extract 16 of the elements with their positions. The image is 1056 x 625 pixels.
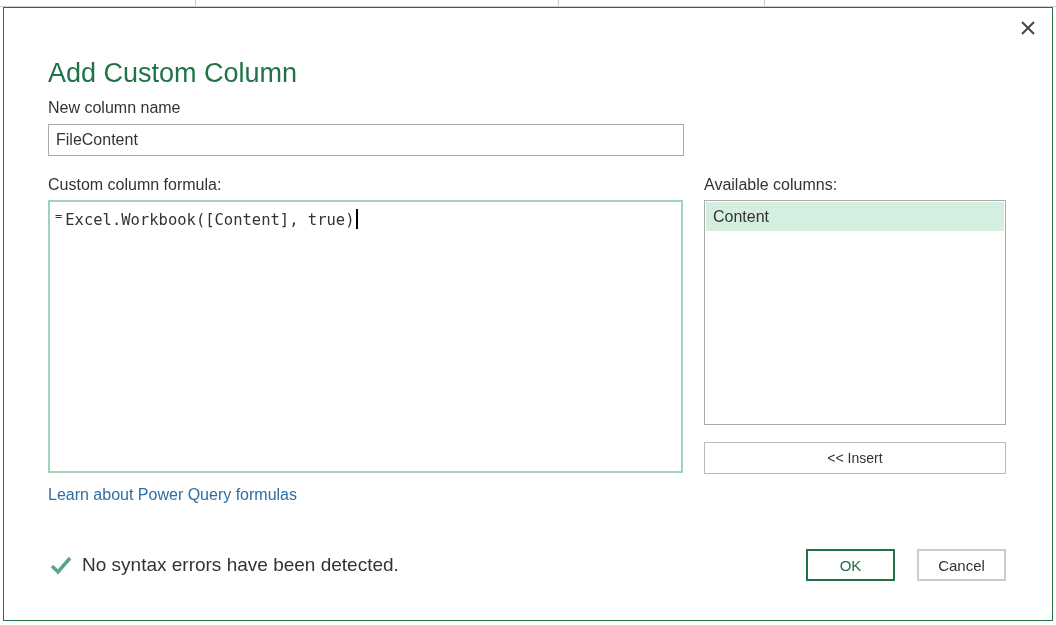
field-label: Available columns: <box>704 175 839 195</box>
dialog-title: Add Custom Column <box>48 57 299 90</box>
ok-button[interactable]: OK <box>806 549 895 581</box>
help-link[interactable]: Learn about Power Query formulas <box>48 486 297 504</box>
equals-sign: = <box>55 209 63 223</box>
text-cursor <box>355 209 358 229</box>
field-label: New column name <box>48 98 182 118</box>
cancel-button[interactable]: Cancel <box>917 549 1006 581</box>
status-message: No syntax errors have been detected. <box>82 554 399 576</box>
insert-button[interactable]: << Insert <box>704 442 1006 474</box>
column-name-field[interactable]: FileContent <box>48 124 684 156</box>
formula-text: Excel.Workbook([Content], true) <box>65 210 355 231</box>
field-label: Custom column formula: <box>48 175 223 195</box>
column-item[interactable]: Content <box>706 202 1004 231</box>
close-icon <box>1020 20 1036 36</box>
formula-editor[interactable]: = Excel.Workbook([Content], true) <box>48 200 683 473</box>
